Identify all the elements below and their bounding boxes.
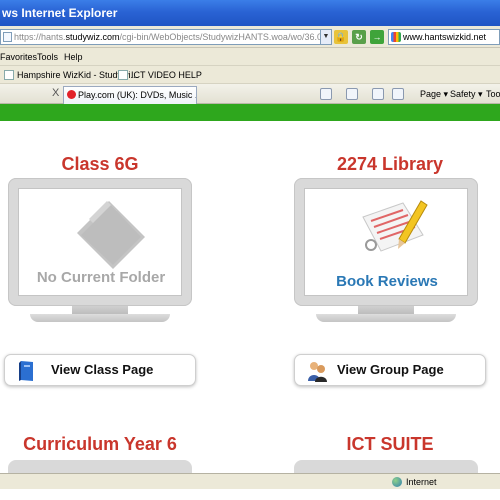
card-heading-ict-suite: ICT SUITE: [346, 434, 434, 454]
tab-close-button[interactable]: X: [52, 87, 59, 99]
page-menu[interactable]: Page ▾: [420, 84, 448, 104]
book-reviews-label: Book Reviews: [336, 273, 438, 290]
card-heading-curriculum: Curriculum Year 6: [23, 434, 177, 454]
menu-bar: Favorites Tools Help: [0, 48, 500, 66]
monitor-base: [30, 314, 170, 322]
search-value: www.hantswizkid.net: [403, 32, 487, 42]
favorite-page-icon: [4, 70, 14, 80]
address-toolbar: https://hants.studywiz.com/cgi-bin/WebOb…: [0, 26, 500, 48]
view-group-page-label: View Group Page: [337, 362, 444, 377]
folder-icon: [77, 201, 145, 269]
favorite-label: ICT VIDEO HELP: [131, 70, 202, 80]
document-pencil-icon: [362, 200, 428, 252]
favorite-page-icon: [118, 70, 128, 80]
window-bottom-edge: [0, 489, 500, 500]
no-current-folder-label: No Current Folder: [36, 269, 166, 286]
google-icon: [391, 32, 401, 42]
group-people-icon: [308, 362, 327, 382]
site-header-bar: [0, 104, 500, 121]
security-zone: Internet: [392, 475, 437, 489]
go-icon[interactable]: →: [370, 30, 384, 44]
monitor-base: [316, 314, 456, 322]
tab-label: Play.com (UK): DVDs, Music ...: [78, 90, 197, 100]
favorite-link-ict-video-help[interactable]: ICT VIDEO HELP: [118, 66, 202, 84]
monitor-screen-inner: Book Reviews: [304, 188, 468, 296]
menu-item-help[interactable]: Help: [64, 48, 83, 66]
monitor-screen: Book Reviews: [294, 178, 478, 306]
window-title: ws Internet Explorer: [2, 6, 118, 20]
class-folder-monitor[interactable]: No Current Folder: [8, 178, 192, 324]
tab-play-com[interactable]: Play.com (UK): DVDs, Music ...: [63, 86, 197, 104]
address-path: /cgi-bin/WebObjects/StudywizHANTS.woa/wo…: [119, 32, 329, 42]
address-domain: studywiz.com: [65, 32, 120, 42]
view-group-page-button[interactable]: View Group Page: [294, 354, 486, 386]
monitor-neck: [358, 306, 414, 314]
window-title-bar: ws Internet Explorer: [0, 0, 500, 26]
menu-item-favorites[interactable]: Favorites: [0, 48, 37, 66]
safety-menu[interactable]: Safety ▾: [450, 84, 483, 104]
card-heading-class: Class 6G: [61, 154, 139, 174]
tab-bar: X Play.com (UK): DVDs, Music ... Page ▾ …: [0, 84, 500, 104]
book-icon: [19, 361, 33, 381]
tools-menu[interactable]: Tools: [486, 84, 500, 104]
menu-item-tools[interactable]: Tools: [37, 48, 58, 66]
mail-icon[interactable]: [372, 88, 384, 100]
favorites-bar: Hampshire WizKid - Studywi... ICT VIDEO …: [0, 66, 500, 84]
monitor-neck: [72, 306, 128, 314]
home-icon[interactable]: [320, 88, 332, 100]
address-dropdown-button[interactable]: ▼: [320, 29, 332, 45]
feeds-icon[interactable]: [346, 88, 358, 100]
globe-icon: [392, 477, 402, 487]
address-bar[interactable]: https://hants.studywiz.com/cgi-bin/WebOb…: [0, 29, 330, 45]
play-logo-icon: [67, 90, 76, 99]
page-icon: [3, 32, 12, 42]
refresh-icon[interactable]: ↻: [352, 30, 366, 44]
security-zone-label: Internet: [406, 477, 437, 487]
print-icon[interactable]: [392, 88, 404, 100]
book-reviews-monitor[interactable]: Book Reviews: [294, 178, 478, 324]
monitor-screen: No Current Folder: [8, 178, 192, 306]
view-class-page-button[interactable]: View Class Page: [4, 354, 196, 386]
card-heading-library: 2274 Library: [336, 154, 444, 174]
lock-icon[interactable]: 🔒: [334, 30, 348, 44]
address-scheme: https://hants.: [14, 32, 66, 42]
view-class-page-label: View Class Page: [51, 362, 154, 377]
status-bar: Internet: [0, 473, 500, 489]
monitor-screen-inner: No Current Folder: [18, 188, 182, 296]
search-input[interactable]: www.hantswizkid.net: [388, 29, 500, 45]
